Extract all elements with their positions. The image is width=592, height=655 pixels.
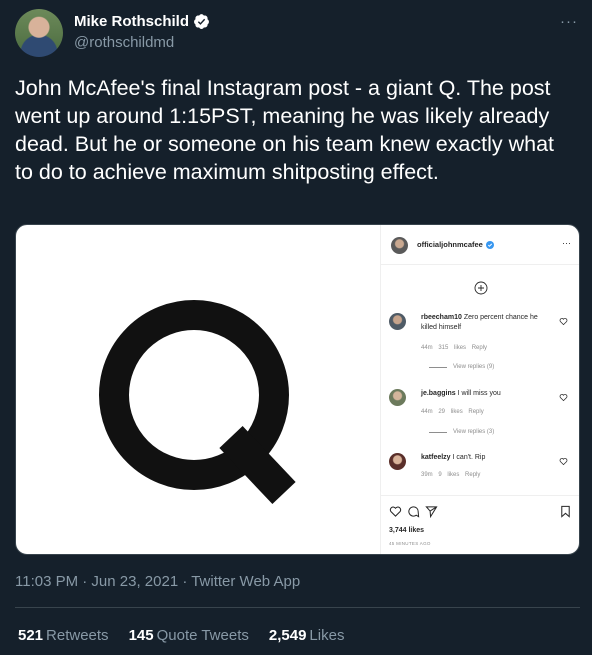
comment-meta: 44m 315 likes Reply: [421, 345, 488, 351]
author-display-name[interactable]: Mike Rothschild: [74, 13, 189, 30]
retweets-label: Retweets: [46, 627, 109, 644]
comment-text: rbeecham10 Zero percent chance he killed…: [421, 313, 553, 333]
divider: [15, 607, 580, 608]
more-options-icon[interactable]: ···: [560, 13, 578, 30]
quote-tweets-count: 145: [128, 627, 154, 644]
share-icon: [425, 506, 438, 518]
comment-body: I will miss you: [457, 390, 501, 397]
bookmark-icon: [561, 505, 570, 518]
comment-avatar: [389, 389, 406, 406]
heart-icon: [559, 458, 568, 466]
comment-text: katfeelzy I can't. Rip: [421, 453, 553, 463]
heart-icon: [559, 318, 568, 326]
instagram-panel: officialjohnmcafee ··· rbeecham10 Zero p…: [380, 225, 579, 554]
instagram-time-ago: 45 MINUTES AGO: [389, 541, 431, 546]
instagram-header: officialjohnmcafee ···: [381, 225, 579, 265]
retweets-count: 521: [18, 627, 44, 644]
comment-body: I can't. Rip: [452, 454, 486, 461]
likes-count: 2,549: [268, 627, 307, 644]
comment-avatar: [389, 313, 406, 330]
tweet-timestamp[interactable]: 11:03 PM · Jun 23, 2021 · Twitter Web Ap…: [15, 573, 300, 590]
instagram-username: officialjohnmcafee: [417, 240, 494, 249]
likes-label: Likes: [309, 627, 345, 644]
instagram-verified-icon: [485, 240, 494, 249]
instagram-likes: 3,744 likes: [389, 527, 425, 534]
tweet-media-image[interactable]: officialjohnmcafee ··· rbeecham10 Zero p…: [15, 224, 580, 555]
instagram-avatar: [391, 237, 408, 254]
instagram-actions: 3,744 likes 45 MINUTES AGO: [381, 495, 579, 554]
comment-user: rbeecham10: [421, 314, 462, 321]
instagram-post-image: [16, 225, 380, 554]
heart-icon: [559, 394, 568, 402]
quote-tweets-stat[interactable]: 145 Quote Tweets: [129, 627, 249, 644]
q-glyph-icon: [99, 300, 296, 504]
tweet-header: Mike Rothschild @rothschildmd ···: [15, 9, 580, 57]
add-comment-icon: [474, 281, 488, 295]
comment-text: je.baggins I will miss you: [421, 389, 553, 399]
view-replies: View replies (9): [429, 364, 494, 370]
retweets-stat[interactable]: 521 Retweets: [18, 627, 109, 644]
tweet-stats: 521 Retweets 145 Quote Tweets 2,549 Likes: [18, 627, 344, 644]
quote-tweets-label: Quote Tweets: [156, 627, 249, 644]
comment-user: je.baggins: [421, 390, 456, 397]
instagram-more-icon: ···: [562, 238, 571, 248]
likes-stat[interactable]: 2,549 Likes: [269, 627, 345, 644]
comment-user: katfeelzy: [421, 454, 451, 461]
comment-meta: 39m 9 likes Reply: [421, 472, 481, 478]
instagram-username-text: officialjohnmcafee: [417, 240, 483, 249]
heart-icon: [389, 506, 402, 517]
comment-meta: 44m 29 likes Reply: [421, 409, 484, 415]
tweet-text: John McAfee's final Instagram post - a g…: [15, 76, 555, 184]
view-replies: View replies (3): [429, 429, 494, 435]
comment-icon: [408, 506, 420, 518]
author-handle[interactable]: @rothschildmd: [74, 34, 174, 51]
author-name-row[interactable]: Mike Rothschild: [74, 13, 210, 30]
verified-badge-icon: [194, 14, 209, 29]
author-avatar[interactable]: [15, 9, 63, 57]
comment-avatar: [389, 453, 406, 470]
